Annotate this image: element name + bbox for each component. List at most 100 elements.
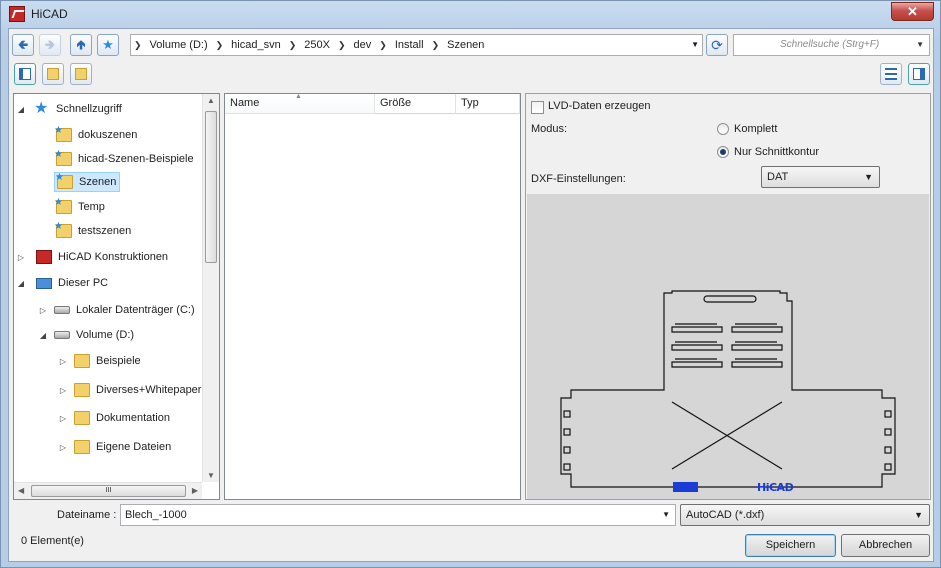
column-header-name[interactable]: Name ▲ [225,93,375,114]
tree-item-beispiele[interactable]: ▷ Beispiele [58,351,141,371]
folder-icon [74,440,90,454]
dxf-settings-select[interactable]: DAT ▼ [761,166,880,188]
tree-item-dokumentation[interactable]: ▷ Dokumentation [58,408,170,428]
chevron-down-icon[interactable]: ◢ [16,279,26,288]
tree-vertical-scrollbar[interactable]: ▲ ▼ [202,94,219,482]
column-label: Größe [380,97,412,109]
tree-item-schnellzugriff[interactable]: ◢ ★ Schnellzugriff [16,99,122,119]
list-view-icon [885,68,897,80]
radio-nur-schnittkontur[interactable] [717,146,729,158]
tree-item-testszenen[interactable]: testszenen [54,221,132,241]
chevron-down-icon[interactable]: ▼ [916,35,924,55]
filetype-select[interactable]: AutoCAD (*.dxf) ▼ [680,504,930,526]
tree-item-label: Schnellzugriff [56,103,122,115]
folder-icon [74,383,90,397]
radio-nur-schnittkontur-label[interactable]: Nur Schnittkontur [734,146,819,158]
tree-item-label: dokuszenen [78,129,138,141]
slot [703,295,757,303]
forward-button[interactable]: 🢂 [39,34,61,56]
chevron-right-icon[interactable]: ▷ [58,414,68,423]
tree-item-label: hicad-Szenen-Beispiele [78,153,194,165]
up-button[interactable]: 🢁 [70,34,92,56]
item-count: 0 Element(e) [21,535,84,547]
details-view-button[interactable] [880,63,902,85]
refresh-button[interactable]: ⟳ [706,34,728,56]
tree-item-hicad-konstruktionen[interactable]: ▷ HiCAD Konstruktionen [16,247,168,267]
export-settings-panel: LVD-Daten erzeugen Modus: Komplett Nur S… [525,93,931,500]
breadcrumb-item[interactable]: hicad_svn [226,35,286,55]
folder-button[interactable] [70,63,92,85]
filename-label: Dateiname : [57,509,117,521]
search-input[interactable]: Schnellsuche (Strg+F) ▼ [733,34,930,56]
window-title: HiCAD [31,7,68,21]
radio-komplett-label[interactable]: Komplett [734,123,777,135]
tree-item-label: HiCAD Konstruktionen [58,251,169,263]
tree-item-lokaler-datentraeger-c[interactable]: ▷ Lokaler Datenträger (C:) [38,300,195,320]
tree-item-szenen[interactable]: Szenen [54,172,121,192]
hicad-app-icon [9,6,25,22]
louvre-holes [671,323,783,368]
dialog-window: HiCAD ✕ 🢀 🢂 🢁 ★ ❯ Volume (D:) ❯ hicad_sv… [0,0,941,568]
tree-item-eigene-dateien[interactable]: ▷ Eigene Dateien [58,437,171,457]
tree-horizontal-scrollbar[interactable]: ◀ III ▶ [14,482,202,499]
chevron-right-icon[interactable]: ▷ [58,386,68,395]
pc-icon [36,277,52,289]
save-button[interactable]: Speichern [745,534,836,557]
radio-komplett[interactable] [717,123,729,135]
tree-item-dokuszenen[interactable]: dokuszenen [54,125,138,145]
scroll-up-icon[interactable]: ▲ [207,96,215,105]
arrow-right-icon: 🢂 [44,37,56,52]
file-list[interactable]: Name ▲ Größe Typ [224,93,521,500]
chevron-down-icon[interactable]: ▼ [691,40,699,49]
quick-access-button[interactable]: ★ [97,34,119,56]
scroll-thumb[interactable]: III [31,485,186,497]
scroll-down-icon[interactable]: ▼ [207,471,215,480]
chevron-right-icon: ❯ [288,39,297,50]
breadcrumb-item[interactable]: 250X [299,35,335,55]
chevron-down-icon[interactable]: ◢ [38,331,48,340]
breadcrumb-item[interactable]: Install [390,35,429,55]
scroll-right-icon[interactable]: ▶ [192,486,198,495]
tree-item-hicad-szenen-beispiele[interactable]: hicad-Szenen-Beispiele [54,149,194,169]
tree-item-label: Volume (D:) [76,329,135,341]
column-header-typ[interactable]: Typ [456,94,520,114]
tree-item-label: Beispiele [96,355,141,367]
column-header-groesse[interactable]: Größe [375,94,456,114]
tree-item-label: testszenen [78,225,132,237]
tree-item-diverses-whitepaper[interactable]: ▷ Diverses+Whitepaper [58,380,201,400]
close-button[interactable]: ✕ [891,2,934,21]
back-button[interactable]: 🢀 [12,34,34,56]
chevron-right-icon[interactable]: ▷ [38,306,48,315]
chevron-right-icon[interactable]: ▷ [58,357,68,366]
tree-item-volume-d[interactable]: ◢ Volume (D:) [38,325,134,345]
drive-icon [54,331,70,339]
chevron-down-icon[interactable]: ▼ [662,505,670,525]
breadcrumb-item[interactable]: Szenen [442,35,489,55]
scroll-left-icon[interactable]: ◀ [18,486,24,495]
navigation-tree[interactable]: ◢ ★ Schnellzugriff dokuszenen hicad-Szen… [13,93,220,500]
new-folder-button[interactable] [42,63,64,85]
tree-item-label: Eigene Dateien [96,441,172,453]
cancel-button[interactable]: Abbrechen [841,534,930,557]
legend-box [673,482,698,492]
chevron-down-icon[interactable]: ◢ [16,105,26,114]
chevron-right-icon[interactable]: ▷ [16,253,26,262]
preview-pane-icon [913,68,925,80]
pinned-folder-icon [54,221,72,238]
preview-pane-toggle-button[interactable] [908,63,930,85]
breadcrumb-item[interactable]: Volume (D:) [145,35,213,55]
tree-item-temp[interactable]: Temp [54,197,105,217]
address-bar[interactable]: ❯ Volume (D:) ❯ hicad_svn ❯ 250X ❯ dev ❯… [130,34,703,56]
breadcrumb-item[interactable]: dev [349,35,377,55]
modus-label: Modus: [531,123,568,135]
tree-item-dieser-pc[interactable]: ◢ Dieser PC [16,273,108,293]
lvd-label: LVD-Daten erzeugen [548,100,651,112]
tree-item-label: Dieser PC [58,277,109,289]
chevron-right-icon: ❯ [431,39,440,50]
filename-input[interactable]: Blech_-1000 ▼ [120,504,676,526]
chevron-right-icon[interactable]: ▷ [58,443,68,452]
new-folder-icon [47,68,59,80]
lvd-checkbox[interactable] [531,101,544,114]
navigation-pane-toggle-button[interactable] [14,63,36,85]
scroll-thumb[interactable] [205,111,217,263]
